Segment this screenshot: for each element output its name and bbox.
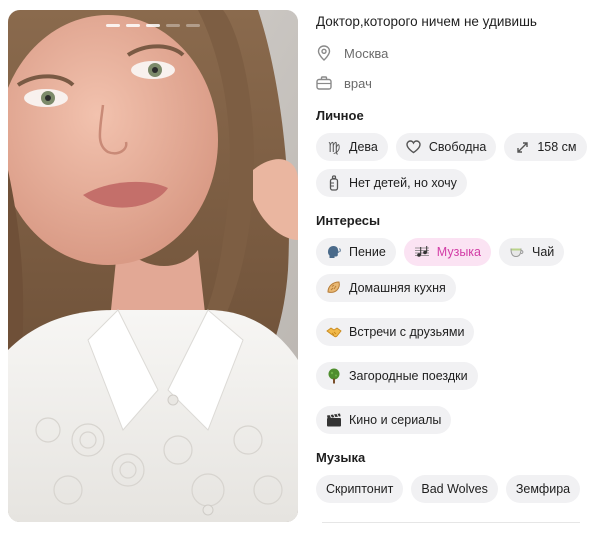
chip-artist: Земфира (505, 475, 581, 503)
city-row: Москва (316, 42, 592, 64)
chip-meeting-friends: Встречи с друзьями (316, 318, 475, 346)
photo-dot[interactable] (126, 24, 140, 27)
profile-info: Доктор,которого ничем не удивишь Москва … (316, 12, 592, 503)
chip-children: Нет детей, но хочу (316, 169, 467, 197)
photo-pagination (8, 24, 298, 27)
heart-icon (406, 139, 422, 155)
chip-height: 158 см (504, 133, 587, 161)
chip-label: 158 см (537, 140, 577, 154)
divider (322, 522, 580, 523)
briefcase-icon (316, 75, 332, 91)
profile-headline: Доктор,которого ничем не удивишь (316, 14, 537, 29)
chip-artist: Bad Wolves (411, 475, 498, 503)
musical-score-icon (414, 244, 430, 260)
personal-chips: ♍ Дева Свободна 158 см Нет детей, но хоч… (316, 133, 592, 197)
chip-label: Загородные поездки (349, 369, 468, 383)
height-arrows-icon (514, 139, 530, 155)
photo-dot[interactable] (146, 24, 160, 27)
chip-label: Кино и сериалы (349, 413, 442, 427)
interests-section-title: Интересы (316, 213, 381, 228)
virgo-icon: ♍ (327, 139, 341, 155)
chip-home-cooking: Домашняя кухня (316, 274, 456, 302)
profile-photo[interactable] (8, 10, 298, 522)
interest-chips: Пение Музыка Чай Домашняя кухня Встречи … (316, 238, 592, 434)
music-section-title: Музыка (316, 450, 366, 465)
chip-label: Встречи с друзьями (349, 325, 465, 339)
clapper-board-icon (326, 412, 342, 428)
music-chips: Скриптонит Bad Wolves Земфира (316, 475, 592, 503)
location-pin-icon (316, 45, 332, 61)
tree-icon (326, 368, 342, 384)
tea-cup-icon (509, 244, 525, 260)
job-label: врач (344, 75, 372, 91)
photo-dot-active[interactable] (106, 24, 120, 27)
photo-dot[interactable] (166, 24, 180, 27)
chip-label: Дева (349, 140, 378, 154)
chip-artist: Скриптонит (316, 475, 404, 503)
chip-singing: Пение (316, 238, 396, 266)
chip-label: Нет детей, но хочу (349, 176, 457, 190)
chip-movies-series: Кино и сериалы (316, 406, 452, 434)
chip-tea: Чай (499, 238, 565, 266)
chip-label: Земфира (515, 482, 571, 496)
chip-relationship: Свободна (395, 133, 497, 161)
speaking-head-icon (326, 244, 342, 260)
profile-page: Доктор,которого ничем не удивишь Москва … (0, 0, 600, 533)
chip-label: Свободна (428, 140, 487, 154)
portrait-image (8, 10, 298, 522)
job-row: врач (316, 72, 592, 94)
baby-bottle-icon (326, 175, 342, 191)
handshake-icon (326, 324, 342, 340)
chip-zodiac: ♍ Дева (316, 133, 388, 161)
chip-label: Музыка (436, 245, 481, 259)
chip-label: Скриптонит (326, 482, 394, 496)
photo-dot[interactable] (186, 24, 200, 27)
chip-label: Пение (349, 245, 386, 259)
chip-music: Музыка (403, 238, 491, 266)
chip-label: Домашняя кухня (349, 281, 446, 295)
chip-label: Чай (532, 245, 555, 259)
chip-label: Bad Wolves (421, 482, 488, 496)
flatbread-icon (326, 280, 342, 296)
chip-country-trips: Загородные поездки (316, 362, 478, 390)
city-label: Москва (344, 45, 389, 61)
personal-section-title: Личное (316, 108, 364, 123)
